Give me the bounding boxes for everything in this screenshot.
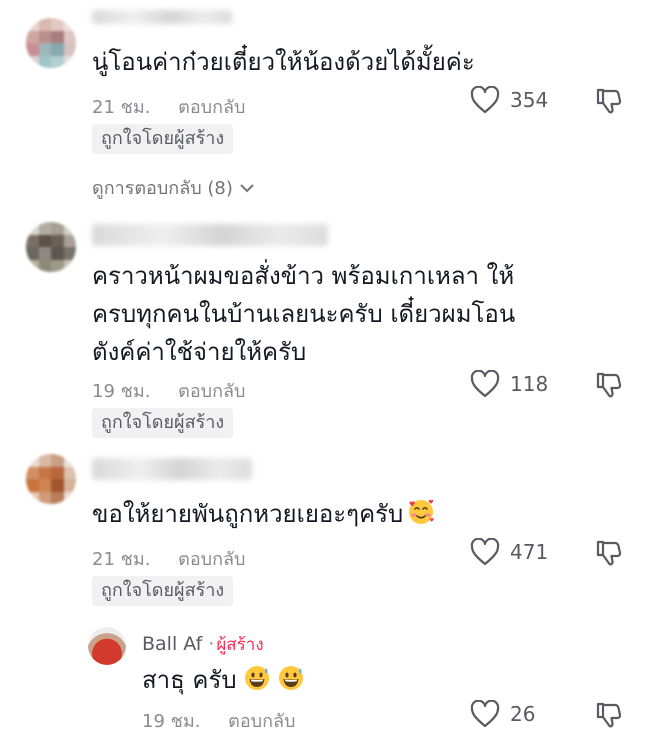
thumbs-down-icon[interactable] — [594, 86, 624, 116]
comment-text-line-2: ครบทุกคนในบ้านเลยนะครับ เดี๋ยวผมโอน — [92, 300, 516, 328]
thumbs-down-icon[interactable] — [594, 538, 624, 568]
reply-time: 19 ชม. — [142, 711, 201, 732]
like-count: 354 — [510, 88, 549, 112]
creator-badge: ผู้สร้าง — [216, 635, 264, 655]
like-count: 118 — [510, 372, 549, 396]
heart-icon — [470, 700, 500, 728]
username-blurred[interactable] — [92, 224, 328, 246]
reply-button[interactable]: ตอบกลับ — [228, 711, 295, 732]
reply-meta: 19 ชม. ตอบกลับ — [142, 706, 295, 735]
comment-text: นู่โอนค่าก๋วยเตี๋ยวให้น้องด้วยได้มั้ยค่ะ — [92, 48, 475, 76]
thumbs-down-icon[interactable] — [594, 700, 624, 730]
view-replies-button[interactable]: ดูการตอบกลับ (8) — [92, 173, 255, 202]
liked-by-creator-tag: ถูกใจโดยผู้สร้าง — [92, 124, 234, 154]
view-replies-label: ดูการตอบกลับ (8) — [92, 178, 233, 199]
comment-text-line-1: คราวหน้าผมขอสั่งข้าว พร้อมเกาเหลา ให้ — [92, 262, 515, 290]
like-button[interactable]: 118 — [470, 370, 548, 398]
like-count: 26 — [510, 702, 536, 726]
comment-time: 21 ชม. — [92, 549, 151, 570]
liked-by-creator-tag: ถูกใจโดยผู้สร้าง — [92, 408, 234, 438]
like-button[interactable]: 471 — [470, 538, 548, 566]
comment-meta: 21 ชม. ตอบกลับ — [92, 92, 245, 121]
comment-time: 21 ชม. — [92, 97, 151, 118]
separator-dot: · — [208, 633, 215, 655]
smiling-face-with-hearts-icon — [409, 499, 434, 524]
avatar[interactable] — [26, 454, 76, 504]
reply-text-content: สาธุ ครับ — [142, 666, 237, 694]
reply-button[interactable]: ตอบกลับ — [178, 381, 245, 402]
avatar[interactable] — [26, 222, 76, 272]
heart-icon — [470, 370, 500, 398]
username-blurred[interactable] — [92, 458, 252, 480]
liked-by-creator-tag: ถูกใจโดยผู้สร้าง — [92, 576, 234, 606]
like-button[interactable]: 354 — [470, 86, 548, 114]
avatar[interactable] — [26, 18, 76, 68]
reply-text: สาธุ ครับ — [142, 662, 305, 698]
like-button[interactable]: 26 — [470, 700, 535, 728]
reply-button[interactable]: ตอบกลับ — [178, 97, 245, 118]
grinning-face-with-sweat-icon — [244, 666, 269, 690]
heart-icon — [470, 538, 500, 566]
comment-time: 19 ชม. — [92, 381, 151, 402]
heart-icon — [470, 86, 500, 114]
reply-button[interactable]: ตอบกลับ — [178, 549, 245, 570]
like-count: 471 — [510, 540, 549, 564]
reply-author: Ball Af · ผู้สร้าง — [142, 631, 264, 658]
comment-text-line-3: ตังค์ค่าใช้จ่ายให้ครับ — [92, 338, 307, 366]
reply-username[interactable]: Ball Af — [142, 633, 202, 655]
chevron-down-icon — [240, 183, 254, 192]
avatar[interactable] — [88, 627, 126, 665]
grinning-face-with-sweat-icon — [278, 666, 303, 690]
comment-meta: 21 ชม. ตอบกลับ — [92, 544, 245, 573]
comment-text: ขอให้ยายพันถูกหวยเยอะๆครับ — [92, 496, 435, 532]
username-blurred[interactable] — [92, 10, 232, 24]
comment-meta: 19 ชม. ตอบกลับ — [92, 376, 245, 405]
comment-text-content: ขอให้ยายพันถูกหวยเยอะๆครับ — [92, 500, 404, 528]
thumbs-down-icon[interactable] — [594, 370, 624, 400]
